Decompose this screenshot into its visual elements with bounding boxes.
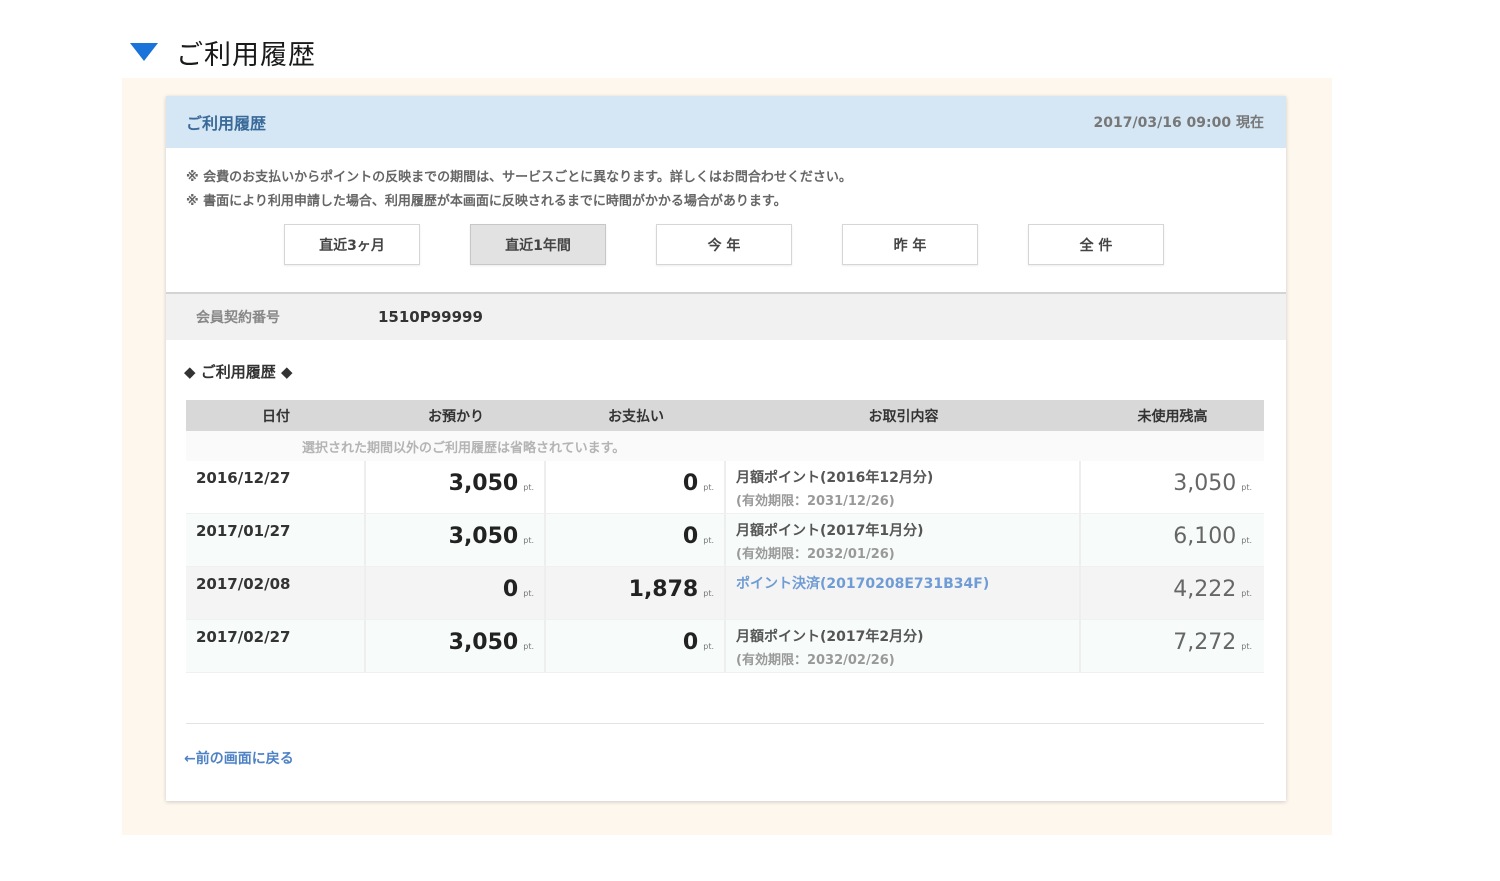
row-date: 2017/02/08 xyxy=(186,567,366,619)
filter-all-button[interactable]: 全 件 xyxy=(1028,224,1164,265)
note-line: ※ 会費のお支払いからポイントの反映までの期間は、サービスごとに異なります。詳し… xyxy=(186,170,852,185)
card-header: ご利用履歴 2017/03/16 09:00 現在 xyxy=(166,96,1286,148)
period-filter: 直近3ヶ月 直近1年間 今 年 昨 年 全 件 xyxy=(284,224,1164,265)
row-date: 2017/02/27 xyxy=(186,620,366,672)
page-heading: ご利用履歴 xyxy=(130,30,316,74)
row-balance: 3,050 pt. xyxy=(1173,471,1252,496)
column-header-description: お取引内容 xyxy=(868,408,939,425)
table-row: 2016/12/27 3,050 pt. 0 pt. 月額ポイント(2016年12月… xyxy=(186,461,1264,514)
row-description: 月額ポイント(2017年2月分) (有効期限：2032/02/26) xyxy=(726,620,1081,672)
row-payment: 1,878 pt. xyxy=(546,567,726,619)
filter-3months-button[interactable]: 直近3ヶ月 xyxy=(284,224,420,265)
card-title: ご利用履歴 xyxy=(186,114,267,133)
filter-1year-button[interactable]: 直近1年間 xyxy=(470,224,606,265)
row-payment: 0 pt. xyxy=(546,461,726,513)
back-link[interactable]: ←前の画面に戻る xyxy=(184,748,294,768)
history-card: ご利用履歴 2017/03/16 09:00 現在 ※ 会費のお支払いからポイン… xyxy=(166,96,1286,801)
content-frame: ご利用履歴 2017/03/16 09:00 現在 ※ 会費のお支払いからポイン… xyxy=(122,78,1332,835)
member-number-label: 会員契約番号 xyxy=(196,310,280,326)
row-balance: 7,272 pt. xyxy=(1173,630,1252,655)
page-title: ご利用履歴 xyxy=(176,39,316,71)
member-number-row: 会員契約番号 1510P99999 xyxy=(166,292,1286,340)
filter-last-year-button[interactable]: 昨 年 xyxy=(842,224,978,265)
table-row: 2017/02/27 3,050 pt. 0 pt. 月額ポイント(2017年2月分… xyxy=(186,620,1264,673)
row-deposit: 3,050 pt. xyxy=(366,461,546,513)
row-deposit: 3,050 pt. xyxy=(366,514,546,566)
omitted-note: 選択された期間以外のご利用履歴は省略されています。 xyxy=(186,431,1264,461)
column-header-deposit: お預かり xyxy=(428,408,484,425)
history-table: 日付 お預かり お支払い お取引内容 未使用残高 選択された期間以外のご利用履歴… xyxy=(186,400,1264,673)
row-deposit: 3,050 pt. xyxy=(366,620,546,672)
notes: ※ 会費のお支払いからポイントの反映までの期間は、サービスごとに異なります。詳し… xyxy=(186,166,852,214)
history-section-title: ◆ ご利用履歴 ◆ xyxy=(184,363,293,381)
row-date: 2016/12/27 xyxy=(186,461,366,513)
table-row: 2017/02/08 0 pt. 1,878 pt. ポイント決済(20170208… xyxy=(186,567,1264,620)
row-description: 月額ポイント(2017年1月分) (有効期限：2032/01/26) xyxy=(726,514,1081,566)
column-header-date: 日付 xyxy=(262,408,290,425)
column-header-payment: お支払い xyxy=(608,408,664,425)
note-line: ※ 書面により利用申請した場合、利用履歴が本画面に反映されるまでに時間がかかる場… xyxy=(186,194,787,209)
row-payment: 0 pt. xyxy=(546,620,726,672)
row-date: 2017/01/27 xyxy=(186,514,366,566)
as-of-timestamp: 2017/03/16 09:00 現在 xyxy=(1093,115,1264,131)
member-number-value: 1510P99999 xyxy=(378,308,483,326)
row-balance: 6,100 pt. xyxy=(1173,524,1252,549)
divider xyxy=(186,723,1264,724)
row-deposit: 0 pt. xyxy=(366,567,546,619)
row-balance: 4,222 pt. xyxy=(1173,577,1252,602)
filter-this-year-button[interactable]: 今 年 xyxy=(656,224,792,265)
column-header-balance: 未使用残高 xyxy=(1137,408,1208,425)
table-header: 日付 お預かり お支払い お取引内容 未使用残高 xyxy=(186,400,1264,431)
row-description: ポイント決済(20170208E731B34F) xyxy=(726,567,1081,619)
row-payment: 0 pt. xyxy=(546,514,726,566)
transaction-link[interactable]: ポイント決済(20170208E731B34F) xyxy=(736,573,1079,596)
triangle-down-icon xyxy=(130,43,158,61)
table-row: 2017/01/27 3,050 pt. 0 pt. 月額ポイント(2017年1月分… xyxy=(186,514,1264,567)
row-description: 月額ポイント(2016年12月分) (有効期限：2031/12/26) xyxy=(726,461,1081,513)
